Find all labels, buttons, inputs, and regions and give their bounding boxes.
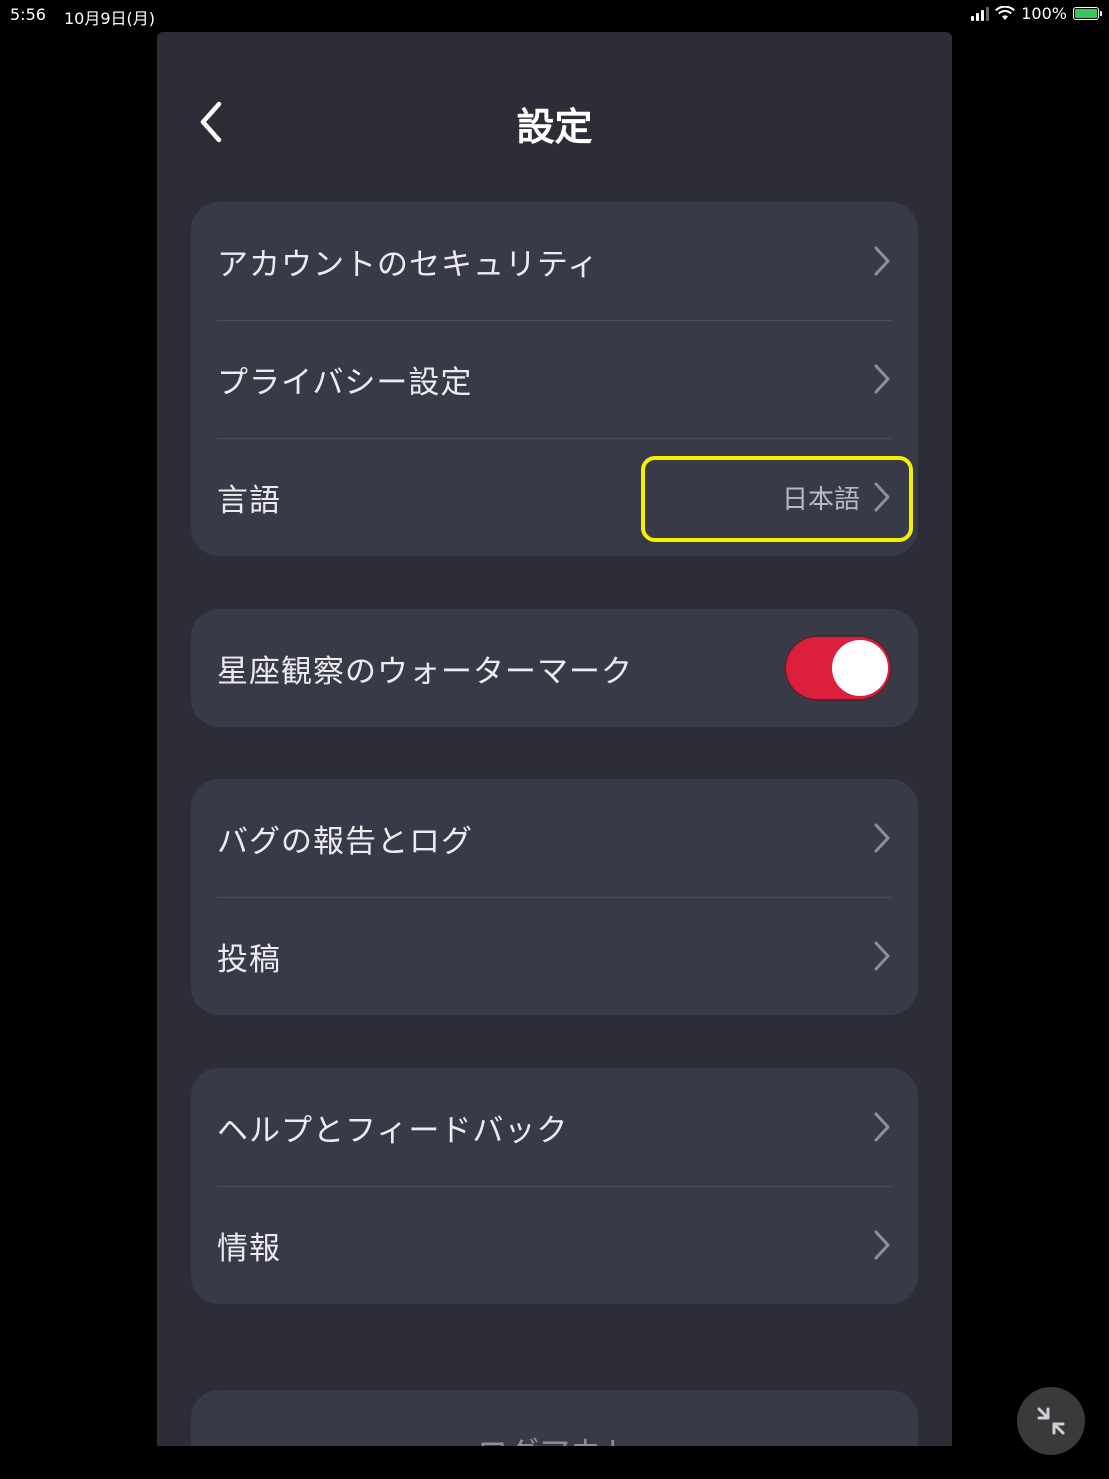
- watermark-toggle[interactable]: [784, 635, 892, 701]
- chevron-right-icon: [874, 941, 890, 971]
- chevron-right-icon: [874, 364, 890, 394]
- settings-group-watermark: 星座観察のウォーターマーク: [191, 609, 918, 727]
- wifi-icon: [995, 6, 1016, 20]
- row-label: アカウントのセキュリティ: [217, 246, 600, 283]
- row-language[interactable]: 言語 日本語: [191, 438, 918, 556]
- settings-group-account: アカウントのセキュリティ プライバシー設定 言語 日本語: [191, 202, 918, 556]
- battery-icon: [1073, 7, 1102, 20]
- row-label: バグの報告とログ: [217, 823, 473, 860]
- logout-button[interactable]: ログアウト: [191, 1428, 918, 1446]
- row-label: 言語: [217, 482, 281, 519]
- row-privacy-settings[interactable]: プライバシー設定: [191, 320, 918, 438]
- cellular-signal-icon: [971, 6, 990, 21]
- settings-panel: 設定 アカウントのセキュリティ プライバシー設定 言語 日本語 星座観察のウォー…: [157, 32, 952, 1446]
- status-date: 10月9日(月): [64, 9, 156, 28]
- row-label: 投稿: [217, 941, 281, 978]
- row-account-security[interactable]: アカウントのセキュリティ: [191, 202, 918, 320]
- row-label: 情報: [217, 1230, 281, 1267]
- row-label: ヘルプとフィードバック: [217, 1112, 569, 1149]
- chevron-right-icon: [874, 1230, 890, 1260]
- chevron-right-icon: [874, 823, 890, 853]
- chevron-right-icon: [874, 1112, 890, 1142]
- battery-percentage: 100%: [1021, 4, 1067, 23]
- nav-bar: 設定: [157, 32, 952, 182]
- status-bar: 5:56 10月9日(月) 100%: [0, 0, 1109, 30]
- status-indicators: 100%: [971, 4, 1102, 23]
- chevron-right-icon: [874, 246, 890, 276]
- page-title: 設定: [516, 105, 593, 149]
- row-help-feedback[interactable]: ヘルプとフィードバック: [191, 1068, 918, 1186]
- settings-group-help: ヘルプとフィードバック 情報: [191, 1068, 918, 1304]
- status-time: 5:56: [10, 5, 46, 24]
- language-value: 日本語: [781, 484, 860, 515]
- collapse-arrows-icon: [1037, 1407, 1065, 1435]
- collapse-button[interactable]: [1017, 1387, 1085, 1455]
- row-label: プライバシー設定: [217, 364, 473, 401]
- row-info[interactable]: 情報: [191, 1186, 918, 1304]
- toggle-knob: [832, 640, 888, 696]
- row-posts[interactable]: 投稿: [191, 897, 918, 1015]
- chevron-right-icon: [874, 482, 890, 512]
- row-bug-report[interactable]: バグの報告とログ: [191, 779, 918, 897]
- row-label: 星座観察のウォーターマーク: [217, 653, 633, 690]
- logout-group: ログアウト: [191, 1390, 918, 1446]
- settings-group-report: バグの報告とログ 投稿: [191, 779, 918, 1015]
- row-watermark: 星座観察のウォーターマーク: [191, 609, 918, 727]
